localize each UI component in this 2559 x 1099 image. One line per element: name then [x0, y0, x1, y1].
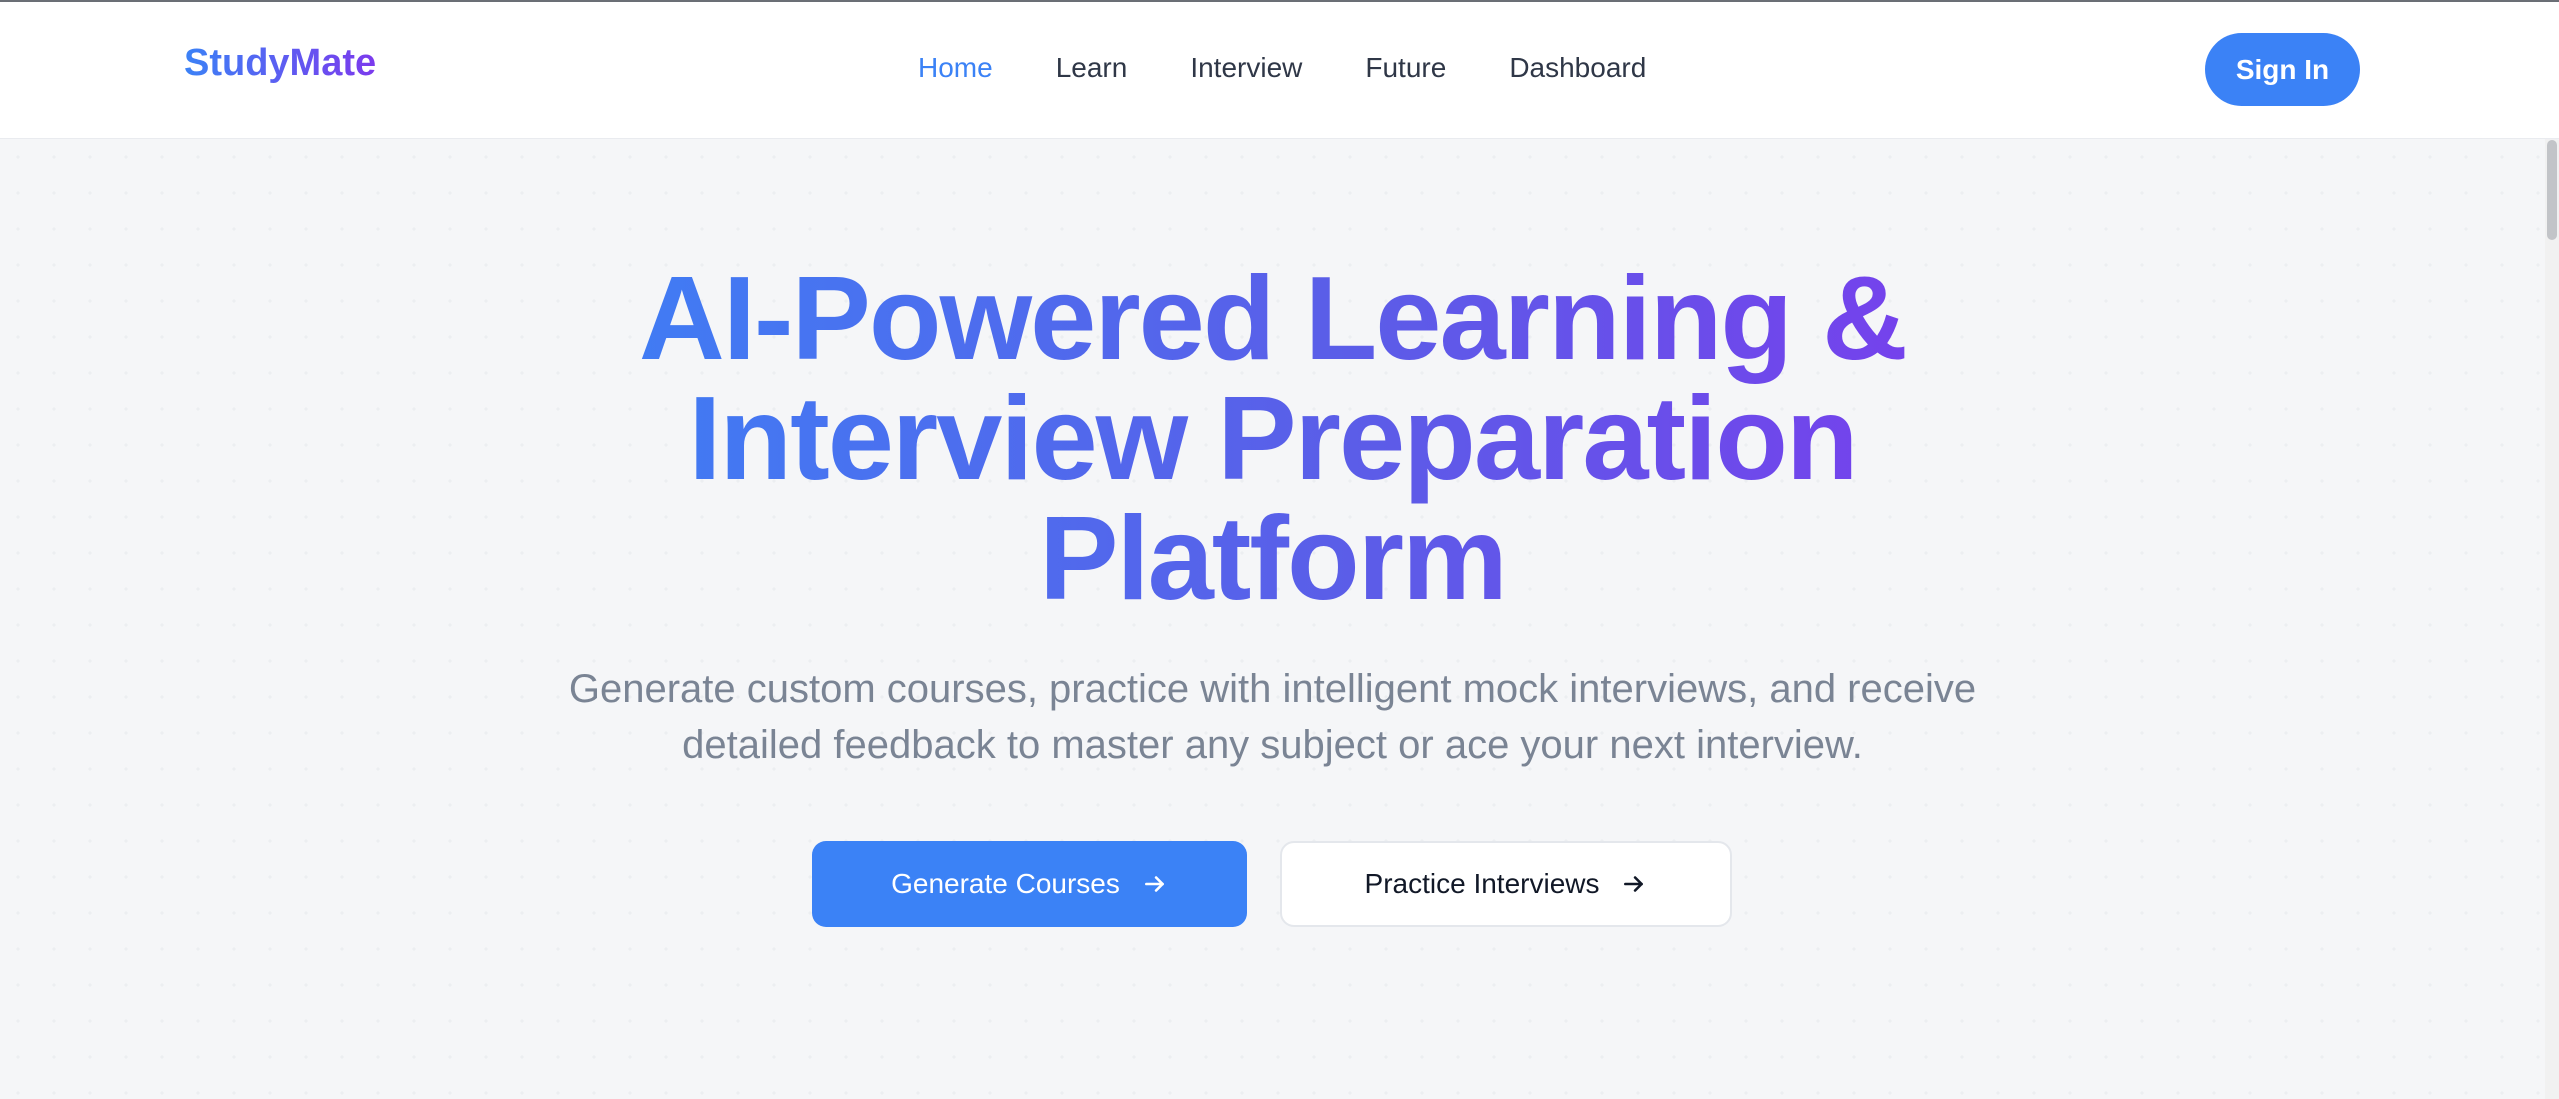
nav-link-home[interactable]: Home: [918, 52, 993, 84]
nav-link-interview[interactable]: Interview: [1190, 52, 1302, 84]
scrollbar-track[interactable]: [2545, 140, 2559, 1099]
nav-link-dashboard[interactable]: Dashboard: [1509, 52, 1646, 84]
logo[interactable]: StudyMate: [184, 42, 376, 85]
arrow-right-icon: [1144, 876, 1164, 892]
practice-interviews-button[interactable]: Practice Interviews: [1280, 841, 1732, 927]
nav-links: Home Learn Interview Future Dashboard: [918, 52, 1646, 84]
hero-title-line-1: AI-Powered Learning &: [638, 252, 1907, 385]
generate-courses-label: Generate Courses: [891, 868, 1120, 899]
hero-title-line-2: Interview Preparation: [688, 372, 1857, 505]
hero-title: AI-Powered Learning & Interview Preparat…: [480, 259, 2065, 619]
hero-subtitle-line-1: Generate custom courses, practice with i…: [568, 667, 1977, 711]
arrow-right-icon: [1624, 876, 1644, 892]
practice-interviews-label: Practice Interviews: [1364, 868, 1600, 899]
hero-section: AI-Powered Learning & Interview Preparat…: [0, 139, 2545, 1099]
nav-link-future[interactable]: Future: [1365, 52, 1446, 84]
generate-courses-button[interactable]: Generate Courses: [812, 841, 1247, 927]
hero-subtitle: Generate custom courses, practice with i…: [480, 661, 2065, 773]
nav-link-learn[interactable]: Learn: [1056, 52, 1128, 84]
navbar: StudyMate Home Learn Interview Future Da…: [0, 2, 2559, 139]
hero-title-line-3: Platform: [1039, 492, 1506, 625]
hero-subtitle-line-2: detailed feedback to master any subject …: [682, 723, 1863, 767]
sign-in-button[interactable]: Sign In: [2205, 33, 2360, 106]
scrollbar-thumb[interactable]: [2547, 140, 2557, 240]
